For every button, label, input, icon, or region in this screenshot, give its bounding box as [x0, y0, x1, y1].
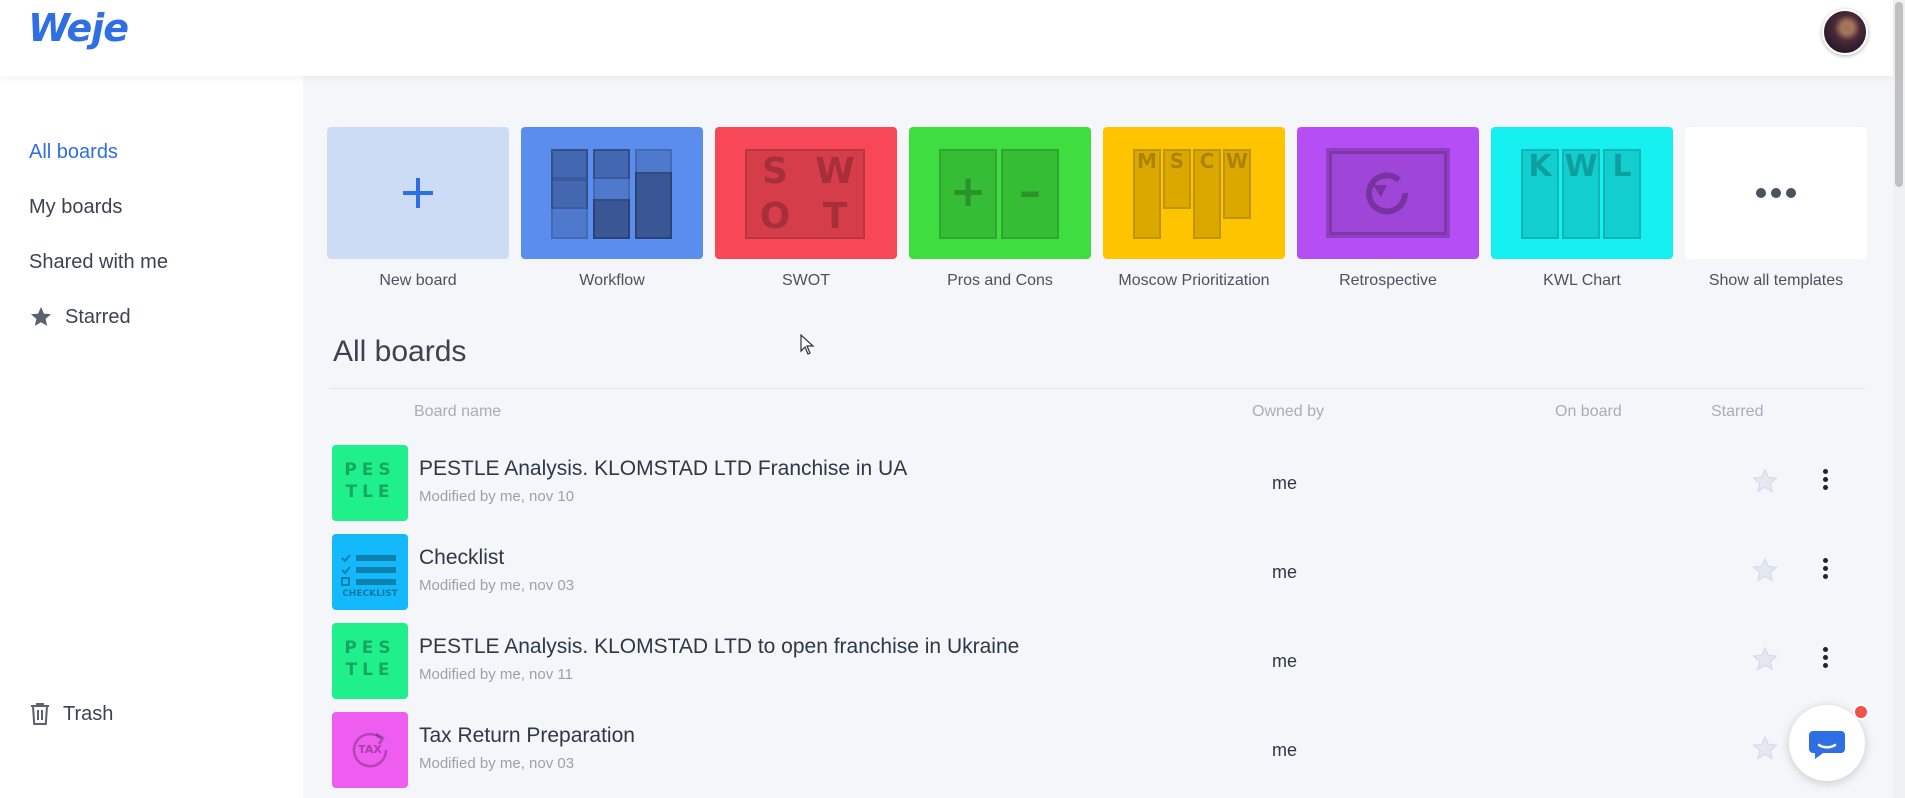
template-label: Moscow Prioritization: [1118, 272, 1270, 289]
column-header-starred[interactable]: Starred: [1711, 403, 1763, 421]
more-options-icon[interactable]: [1820, 647, 1830, 673]
scrollbar[interactable]: [1893, 0, 1905, 798]
trash-icon: [31, 703, 49, 725]
template-thumbnail[interactable]: [1685, 127, 1867, 259]
board-thumbnail[interactable]: TAX: [332, 712, 408, 788]
sidebar-item-shared-with-me[interactable]: Shared with me: [29, 251, 168, 274]
plus-icon: [403, 178, 433, 208]
board-name[interactable]: Tax Return Preparation: [419, 724, 635, 748]
board-thumbnail[interactable]: CHECKLIST: [332, 534, 408, 610]
template-label: SWOT: [782, 272, 830, 289]
star-icon[interactable]: [1751, 645, 1779, 673]
board-name[interactable]: PESTLE Analysis. KLOMSTAD LTD Franchise …: [419, 457, 907, 481]
chat-notification-badge: [1853, 704, 1869, 720]
template-label: Pros and Cons: [947, 272, 1053, 289]
refresh-icon: [1326, 148, 1450, 238]
template-thumbnail[interactable]: M S C W: [1103, 127, 1285, 259]
table-row[interactable]: CHECKLIST Checklist Modified by me, nov …: [303, 534, 1893, 614]
template-retrospective[interactable]: Retrospective: [1297, 127, 1479, 290]
sidebar-item-label: Trash: [63, 702, 114, 725]
template-show-all[interactable]: Show all templates: [1685, 127, 1867, 290]
board-thumbnail[interactable]: PES TLE: [332, 623, 408, 699]
star-icon[interactable]: [1751, 467, 1779, 495]
template-thumbnail[interactable]: K W L: [1491, 127, 1673, 259]
divider: [329, 388, 1865, 389]
template-label: KWL Chart: [1543, 272, 1621, 289]
template-label: Retrospective: [1339, 272, 1437, 289]
board-name[interactable]: PESTLE Analysis. KLOMSTAD LTD to open fr…: [419, 635, 1019, 659]
sidebar-item-label: My boards: [29, 196, 123, 218]
table-row[interactable]: PES TLE PESTLE Analysis. KLOMSTAD LTD to…: [303, 623, 1893, 703]
more-options-icon[interactable]: [1820, 469, 1830, 495]
template-swot[interactable]: S W O T SWOT: [715, 127, 897, 290]
template-pros-and-cons[interactable]: + – Pros and Cons: [909, 127, 1091, 290]
template-kwl-chart[interactable]: K W L KWL Chart: [1491, 127, 1673, 290]
sidebar-item-label: Shared with me: [29, 251, 168, 273]
scrollbar-thumb[interactable]: [1895, 2, 1903, 187]
board-modified: Modified by me, nov 11: [419, 666, 573, 683]
mouse-cursor-icon: [800, 334, 815, 355]
sidebar-item-my-boards[interactable]: My boards: [29, 196, 122, 219]
more-options-icon[interactable]: [1820, 558, 1830, 584]
star-icon[interactable]: [1751, 556, 1779, 584]
board-modified: Modified by me, nov 10: [419, 488, 575, 505]
board-thumbnail[interactable]: PES TLE: [332, 445, 408, 521]
board-modified: Modified by me, nov 03: [419, 755, 575, 772]
user-avatar[interactable]: [1822, 9, 1868, 55]
template-thumbnail[interactable]: [1297, 127, 1479, 259]
sidebar: All boards My boards Shared with me Star…: [0, 76, 303, 798]
board-owner: me: [1272, 473, 1298, 493]
table-row[interactable]: TAX Tax Return Preparation Modified by m…: [303, 712, 1893, 792]
main-content: New board Workflow S W O T SWOT + – Pros…: [303, 76, 1893, 798]
template-thumbnail[interactable]: S W O T: [715, 127, 897, 259]
template-new-board[interactable]: New board: [327, 127, 509, 290]
board-owner: me: [1272, 651, 1298, 671]
column-header-on-board[interactable]: On board: [1555, 403, 1622, 421]
template-workflow[interactable]: Workflow: [521, 127, 703, 290]
section-title: All boards: [333, 335, 467, 368]
table-row[interactable]: PES TLE PESTLE Analysis. KLOMSTAD LTD Fr…: [303, 445, 1893, 525]
app-logo[interactable]: Weje: [28, 6, 129, 50]
star-icon[interactable]: [1751, 734, 1779, 762]
template-thumbnail[interactable]: [521, 127, 703, 259]
template-moscow-prioritization[interactable]: M S C W Moscow Prioritization: [1103, 127, 1285, 290]
template-label: Show all templates: [1708, 272, 1844, 289]
template-thumbnail[interactable]: [327, 127, 509, 259]
sidebar-item-starred[interactable]: Starred: [29, 305, 131, 329]
sidebar-item-label: Starred: [65, 305, 131, 328]
sidebar-item-label: All boards: [29, 141, 118, 163]
template-label: Workflow: [579, 272, 645, 289]
template-thumbnail[interactable]: + –: [909, 127, 1091, 259]
top-bar: Weje: [0, 0, 1893, 76]
board-owner: me: [1272, 740, 1298, 760]
board-modified: Modified by me, nov 03: [419, 577, 575, 594]
board-owner: me: [1272, 562, 1298, 582]
template-label: New board: [379, 272, 457, 289]
sidebar-item-all-boards[interactable]: All boards: [29, 141, 118, 164]
column-header-board-name[interactable]: Board name: [414, 403, 501, 421]
column-header-owned-by[interactable]: Owned by: [1252, 403, 1324, 421]
sidebar-item-trash[interactable]: Trash: [29, 702, 113, 726]
board-name[interactable]: Checklist: [419, 546, 504, 570]
more-horizontal-icon: [1756, 188, 1796, 198]
star-icon: [31, 307, 51, 326]
